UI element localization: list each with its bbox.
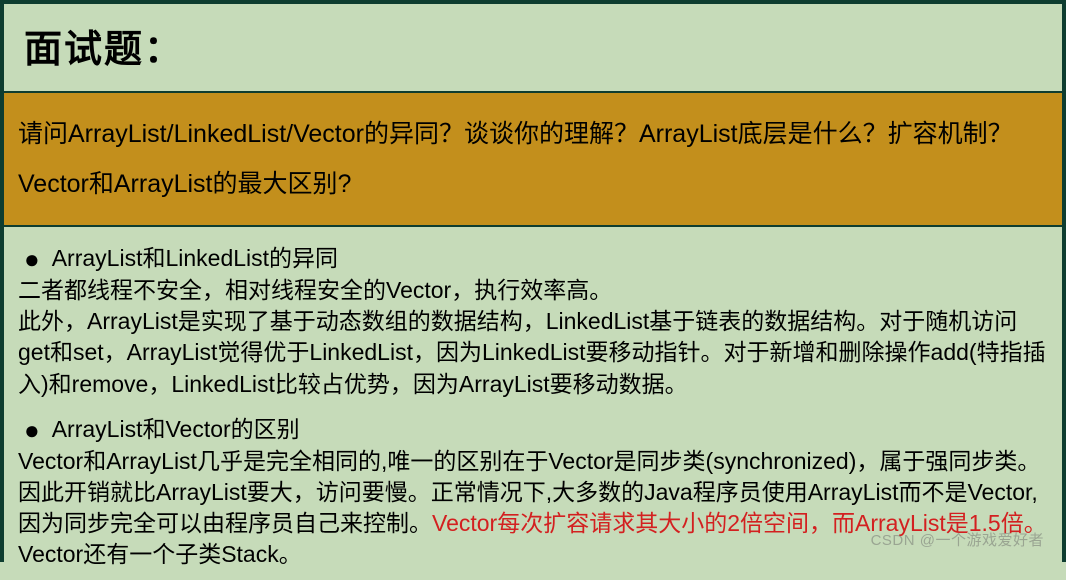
page-title: 面试题： xyxy=(24,18,1042,73)
bullet-1-title: ArrayList和LinkedList的异同 xyxy=(52,242,338,274)
watermark: CSDN @一个游戏爱好者 xyxy=(871,529,1044,550)
bullet-2-part2: Vector还有一个子类Stack。 xyxy=(18,541,302,567)
question-text: 请问ArrayList/LinkedList/Vector的异同？谈谈你的理解？… xyxy=(18,109,1044,209)
answer-section: ● ArrayList和LinkedList的异同 二者都线程不安全，相对线程安… xyxy=(4,227,1062,580)
bullet-2-title: ArrayList和Vector的区别 xyxy=(52,413,300,445)
bullet-icon: ● xyxy=(24,241,40,277)
bullet-1-line1: 二者都线程不安全，相对线程安全的Vector，执行效率高。 xyxy=(18,275,1048,306)
bullet-item-2: ● ArrayList和Vector的区别 xyxy=(18,410,1048,446)
bullet-icon: ● xyxy=(24,412,40,448)
title-section: 面试题： xyxy=(4,4,1062,93)
question-section: 请问ArrayList/LinkedList/Vector的异同？谈谈你的理解？… xyxy=(4,93,1062,227)
bullet-item-1: ● ArrayList和LinkedList的异同 xyxy=(18,239,1048,275)
bullet-1-line2: 此外，ArrayList是实现了基于动态数组的数据结构，LinkedList基于… xyxy=(18,306,1048,399)
bullet-2-content: Vector和ArrayList几乎是完全相同的,唯一的区别在于Vector是同… xyxy=(18,446,1048,570)
